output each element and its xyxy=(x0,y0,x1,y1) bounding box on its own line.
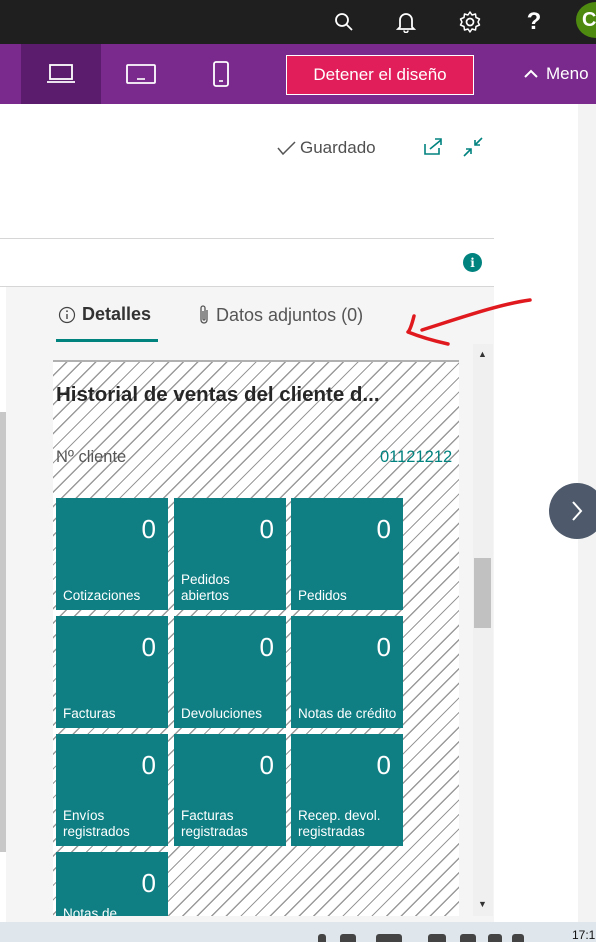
tile-count: 0 xyxy=(141,514,156,544)
taskbar-clock[interactable]: 17:1 xyxy=(572,928,595,942)
tile-label: Pedidos abiertos xyxy=(181,572,230,603)
tile-label: Facturas xyxy=(63,706,116,721)
cue-tile-posted-return-receipts[interactable]: 0 Recep. devol. registradas xyxy=(291,734,403,846)
design-mode-bar: Detener el diseño Meno xyxy=(0,44,596,104)
checkmark-icon xyxy=(277,141,296,156)
tablet-view-button[interactable] xyxy=(101,44,181,104)
bell-icon[interactable] xyxy=(390,6,422,38)
search-icon[interactable] xyxy=(328,6,360,38)
tile-count: 0 xyxy=(141,750,156,780)
cue-tile-posted-shipments[interactable]: 0 Envíos registrados xyxy=(56,734,168,846)
chevron-right-icon xyxy=(572,501,583,521)
factbox-scrollbar-thumb[interactable] xyxy=(474,558,491,628)
tile-count: 0 xyxy=(141,868,156,898)
part-title[interactable]: Historial de ventas del cliente d... xyxy=(56,383,380,407)
tile-label: Notas de xyxy=(63,906,118,916)
tile-count: 0 xyxy=(376,514,391,544)
tray-app-icon[interactable] xyxy=(340,934,356,942)
cue-tile-credit-memos[interactable]: 0 Notas de crédito xyxy=(291,616,403,728)
tile-count: 0 xyxy=(376,750,391,780)
tile-label: Recep. devol. registradas xyxy=(298,808,381,839)
tab-attachments-label: Datos adjuntos (0) xyxy=(216,304,364,325)
menu-label: Meno xyxy=(546,64,589,83)
help-icon[interactable]: ? xyxy=(518,6,550,38)
tray-language-icon[interactable] xyxy=(512,934,524,942)
tile-count: 0 xyxy=(259,632,274,662)
menu-toggle[interactable]: Meno xyxy=(524,64,589,84)
tile-label: Devoluciones xyxy=(181,706,263,721)
cue-tile-invoices[interactable]: 0 Facturas xyxy=(56,616,168,728)
tile-count: 0 xyxy=(376,632,391,662)
tile-count: 0 xyxy=(259,514,274,544)
tray-battery-icon[interactable] xyxy=(488,934,502,942)
tile-count: 0 xyxy=(259,750,274,780)
desktop-view-button[interactable] xyxy=(21,44,101,104)
paperclip-icon xyxy=(200,305,208,324)
collapse-icon[interactable] xyxy=(461,136,485,158)
avatar[interactable]: C xyxy=(576,2,596,38)
taskbar: 17:1 xyxy=(0,922,596,942)
factbox-scrollbar[interactable] xyxy=(473,344,493,916)
phone-icon xyxy=(213,61,229,87)
tab-details[interactable]: Detalles xyxy=(58,304,151,325)
top-bar: ? C xyxy=(0,0,596,44)
info-icon xyxy=(58,306,76,323)
tablet-icon xyxy=(126,64,156,84)
chevron-up-icon xyxy=(524,69,538,78)
cue-tile-quotes[interactable]: 0 Cotizaciones xyxy=(56,498,168,610)
phone-view-button[interactable] xyxy=(181,44,261,104)
cue-tile-orders[interactable]: 0 Pedidos xyxy=(291,498,403,610)
customer-no-label: Nº cliente xyxy=(56,448,127,466)
annotation-arrow-icon xyxy=(406,298,532,346)
saved-label: Guardado xyxy=(300,138,376,157)
active-tab-indicator xyxy=(56,339,158,342)
info-icon[interactable]: i xyxy=(463,253,482,272)
tile-label: Envíos registrados xyxy=(63,808,130,839)
cue-tile-open-orders[interactable]: 0 Pedidos abiertos xyxy=(174,498,286,610)
tile-count: 0 xyxy=(141,632,156,662)
customer-no-value[interactable]: 01121212 xyxy=(380,448,452,467)
tab-attachments[interactable]: Datos adjuntos (0) xyxy=(198,304,363,326)
tray-volume-icon[interactable] xyxy=(460,934,476,942)
cue-tile-returns[interactable]: 0 Devoluciones xyxy=(174,616,286,728)
open-new-window-icon[interactable] xyxy=(421,136,445,158)
tab-details-label: Detalles xyxy=(82,304,152,324)
scroll-down-arrow-icon[interactable]: ▼ xyxy=(478,899,487,909)
cue-tile-posted-invoices[interactable]: 0 Facturas registradas xyxy=(174,734,286,846)
next-record-button[interactable] xyxy=(549,483,596,539)
tile-label: Pedidos xyxy=(298,588,347,603)
cue-tile-posted-credit-memos[interactable]: 0 Notas de xyxy=(56,852,168,916)
stop-design-button[interactable]: Detener el diseño xyxy=(286,55,474,95)
divider xyxy=(0,238,494,239)
tray-chevron-icon[interactable] xyxy=(318,934,326,942)
saved-status: Guardado xyxy=(276,138,376,158)
gear-icon[interactable] xyxy=(454,6,486,38)
tile-label: Cotizaciones xyxy=(63,588,141,603)
tray-app-icon[interactable] xyxy=(376,934,402,942)
tile-label: Facturas registradas xyxy=(181,808,248,839)
tile-label: Notas de crédito xyxy=(298,706,397,721)
desktop-icon xyxy=(47,64,75,83)
tray-network-icon[interactable] xyxy=(428,934,446,942)
